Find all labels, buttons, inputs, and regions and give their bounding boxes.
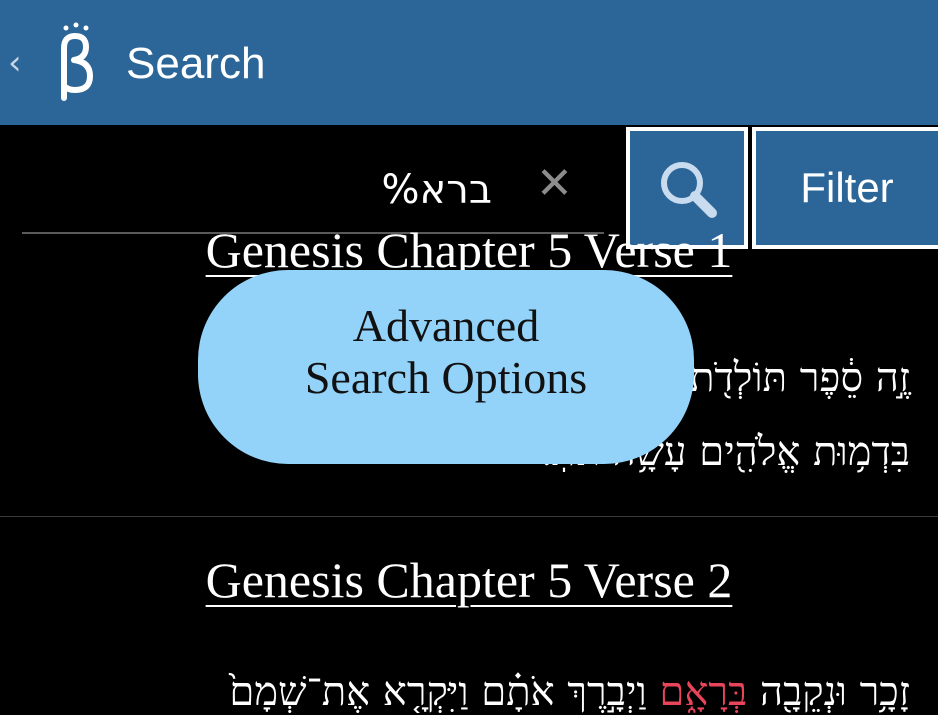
advanced-search-options-button[interactable]: Advanced Search Options xyxy=(198,270,694,464)
clear-icon[interactable]: ✕ xyxy=(536,162,573,206)
top-app-bar: ‹ Search xyxy=(0,0,938,125)
search-input[interactable] xyxy=(22,160,492,220)
search-match-highlight: בְּרָאָ֑ם xyxy=(659,669,748,715)
result-text-post: וַיְבָ֣רֶךְ אֹתָ֗ם וַיִּקְרָ֤א אֶת־שְׁמָ… xyxy=(229,669,660,715)
result-text-pre: זָכָ֥ר וּנְקֵבָ֖ה xyxy=(747,669,910,715)
beta-logo-icon[interactable] xyxy=(50,22,100,102)
result-text-2-line1: זָכָ֥ר וּנְקֵבָ֖ה בְּרָאָ֑ם וַיְבָ֣רֶךְ … xyxy=(10,668,910,715)
result-divider xyxy=(0,516,938,517)
back-chevron-icon[interactable]: ‹ xyxy=(8,40,22,86)
result-heading-2[interactable]: Genesis Chapter 5 Verse 2 xyxy=(0,550,938,610)
page-title: Search xyxy=(126,39,266,88)
advanced-label-line2: Search Options xyxy=(304,352,588,403)
advanced-label-line1: Advanced xyxy=(352,300,540,351)
